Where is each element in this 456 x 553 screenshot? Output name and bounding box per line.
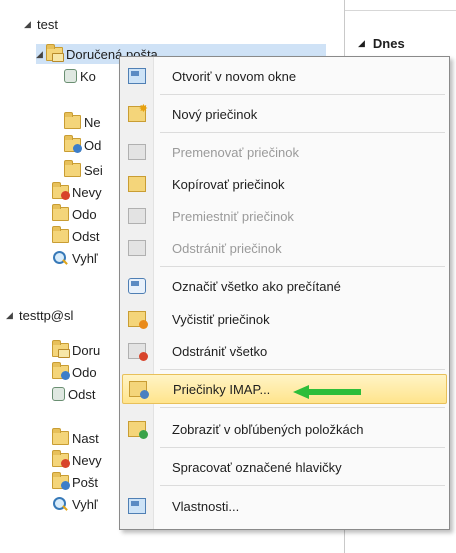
sent-folder-icon xyxy=(52,472,70,490)
copy-folder-icon xyxy=(128,176,146,192)
menu-item-new-folder[interactable]: ✸ Nový priečinok xyxy=(122,99,447,129)
menu-item-mark-all-read[interactable]: Označiť všetko ako prečítané xyxy=(122,271,447,301)
collapse-triangle-icon[interactable]: ◢ xyxy=(358,38,365,49)
menu-separator xyxy=(160,132,445,133)
folder-icon xyxy=(64,112,81,129)
collapse-triangle-icon[interactable]: ◢ xyxy=(36,49,46,60)
green-arrow-icon xyxy=(293,385,361,399)
tree-account-test[interactable]: ◢ test xyxy=(24,14,58,34)
junk-folder-icon xyxy=(52,450,70,468)
junk-icon xyxy=(52,387,65,401)
search-folder-icon xyxy=(52,497,69,511)
favorites-icon xyxy=(128,421,148,439)
tree-account-testtp[interactable]: ◢ testtp@sl xyxy=(6,305,73,325)
menu-item-properties[interactable]: Vlastnosti... xyxy=(122,491,447,521)
new-folder-icon: ✸ xyxy=(128,103,148,122)
rename-folder-icon xyxy=(128,144,146,160)
folder-icon xyxy=(52,204,69,221)
folder-icon xyxy=(52,428,69,445)
menu-item-move-folder: Premiestniť priečinok xyxy=(122,201,447,231)
menu-separator xyxy=(160,485,445,486)
tree-item-vyhl[interactable]: Vyhľ xyxy=(52,248,98,268)
menu-item-delete-folder: Odstrániť priečinok xyxy=(122,233,447,263)
mark-read-icon xyxy=(128,278,146,294)
outbox-icon xyxy=(64,135,82,153)
properties-icon xyxy=(128,498,146,514)
tree-item-nevy[interactable]: Nevy xyxy=(52,182,102,202)
tree-item-odst[interactable]: Odst xyxy=(52,226,99,246)
menu-item-open-new-window[interactable]: Otvoriť v novom okne xyxy=(122,61,447,91)
menu-item-clean-folder[interactable]: Vyčistiť priečinok xyxy=(122,304,447,334)
tree-item-inbox-child[interactable]: Ko xyxy=(64,66,96,86)
inbox-icon xyxy=(52,340,70,358)
menu-item-imap-folders[interactable]: Priečinky IMAP... xyxy=(122,374,447,404)
tree-item-odo2[interactable]: Odo xyxy=(52,362,97,382)
clean-folder-icon xyxy=(128,311,148,329)
message-list-border xyxy=(345,10,456,11)
menu-item-process-headers[interactable]: Spracovať označené hlavičky xyxy=(122,452,447,482)
menu-separator xyxy=(160,94,445,95)
collapse-triangle-icon[interactable]: ◢ xyxy=(24,19,34,30)
tree-item-odo[interactable]: Odo xyxy=(52,204,97,224)
menu-separator xyxy=(160,266,445,267)
new-window-icon xyxy=(128,68,146,84)
tree-item-ne[interactable]: Ne xyxy=(64,112,101,132)
menu-separator xyxy=(160,407,445,408)
tree-item-odst2[interactable]: Odst xyxy=(52,384,95,404)
tree-item-se[interactable]: Sei xyxy=(64,160,103,180)
folder-icon xyxy=(52,226,69,243)
tree-item-nast[interactable]: Nast xyxy=(52,428,99,448)
inbox-icon xyxy=(46,44,64,62)
menu-separator xyxy=(160,369,445,370)
tree-item-vyhl2[interactable]: Vyhľ xyxy=(52,494,98,514)
menu-item-copy-folder[interactable]: Kopírovať priečinok xyxy=(122,169,447,199)
delete-folder-icon xyxy=(128,240,146,256)
group-header-today[interactable]: ◢ Dnes xyxy=(358,36,405,51)
delete-all-icon xyxy=(128,343,148,361)
junk-icon xyxy=(64,69,77,83)
menu-item-show-in-favorites[interactable]: Zobraziť v obľúbených položkách xyxy=(122,414,447,444)
tree-item-od[interactable]: Od xyxy=(64,135,101,155)
menu-item-delete-all[interactable]: Odstrániť všetko xyxy=(122,336,447,366)
move-folder-icon xyxy=(128,208,146,224)
tree-item-inbox2[interactable]: Doru xyxy=(52,340,100,360)
menu-item-rename-folder: Premenovať priečinok xyxy=(122,137,447,167)
collapse-triangle-icon[interactable]: ◢ xyxy=(6,310,16,321)
folder-icon xyxy=(64,160,81,177)
search-folder-icon xyxy=(52,251,69,265)
menu-separator xyxy=(160,447,445,448)
junk-folder-icon xyxy=(52,182,70,200)
outbox-icon xyxy=(52,362,70,380)
tree-item-nevy2[interactable]: Nevy xyxy=(52,450,102,470)
context-menu: Otvoriť v novom okne ✸ Nový priečinok Pr… xyxy=(119,56,450,530)
imap-folders-icon xyxy=(129,381,149,399)
tree-item-post[interactable]: Pošt xyxy=(52,472,98,492)
